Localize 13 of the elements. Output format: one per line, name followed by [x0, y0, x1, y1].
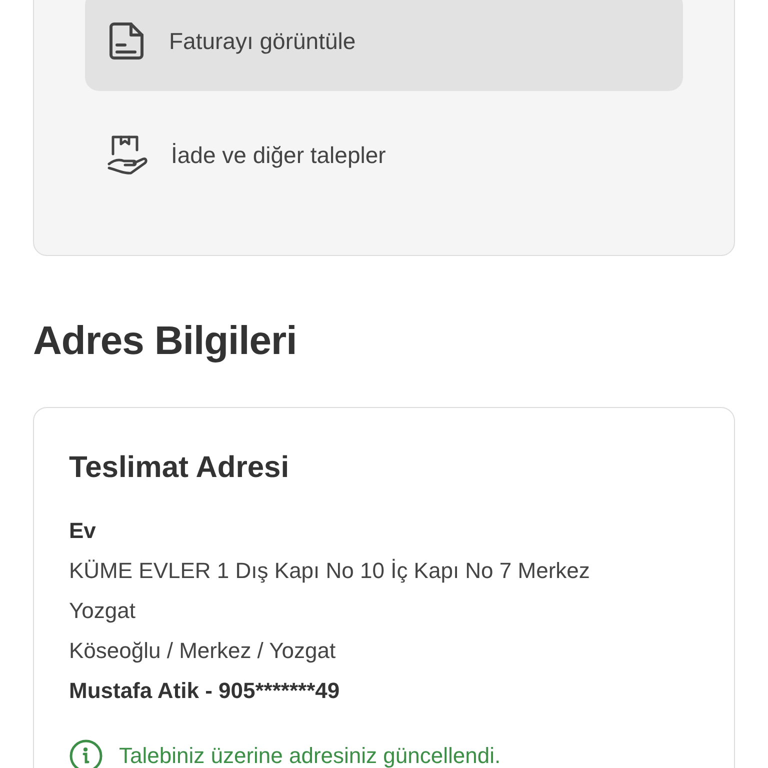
menu-item[interactable]: Faturayı görüntüle: [85, 0, 683, 91]
card-title: Teslimat Adresi: [69, 450, 290, 486]
menu-item[interactable]: İade ve diğer talepler: [85, 105, 683, 205]
address-line: Köseoğlu / Merkez / Yozgat: [69, 637, 337, 665]
menu-item-label: İade ve diğer talepler: [171, 140, 386, 170]
address-name: Ev: [69, 517, 97, 545]
contact-info: Mustafa Atik - 905*******49: [69, 677, 341, 705]
info-icon: [69, 739, 103, 768]
address-line: KÜME EVLER 1 Dış Kapı No 10 İç Kapı No 7 Merkez Yozgat: [69, 557, 591, 625]
notice-text: Talebiniz üzerine adresiniz güncellendi.: [119, 742, 501, 768]
menu-item-label: Faturayı görüntüle: [169, 26, 356, 56]
package-in-hand-icon: [107, 134, 149, 176]
section-heading: Adres Bilgileri: [33, 318, 298, 365]
